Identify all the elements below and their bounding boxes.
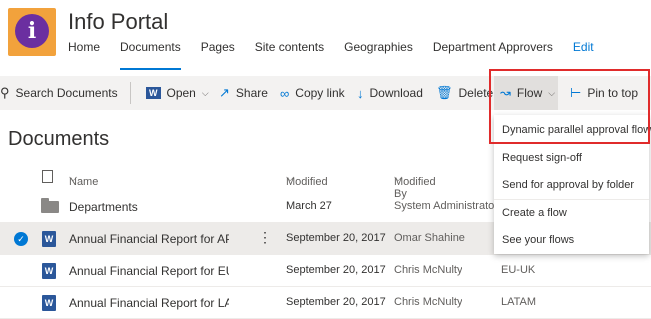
highlight-box — [489, 69, 650, 144]
geography-value: LATAM — [501, 296, 537, 308]
modified-by: Chris McNulty — [394, 296, 463, 308]
file-name[interactable]: Annual Financial Report for EU ... — [69, 264, 229, 278]
column-modified[interactable]: Modified ⌵ — [286, 172, 328, 188]
menu-item-send-for-approval[interactable]: Send for approval by folder — [494, 172, 649, 199]
menu-item-see-flows[interactable]: See your flows — [494, 227, 649, 254]
copy-link-button[interactable]: ∞ Copy link — [280, 76, 345, 110]
trash-icon: 🗑 — [436, 85, 453, 100]
search-icon: ⚲ — [0, 85, 10, 100]
modified-by: Chris McNulty — [394, 264, 463, 276]
delete-button[interactable]: 🗑 Delete — [436, 76, 493, 110]
word-icon: W — [42, 295, 56, 311]
chevron-down-icon: ⌵ — [201, 87, 209, 98]
table-row[interactable]: W Annual Financial Report for EU ... Sep… — [0, 255, 651, 287]
word-icon: W — [42, 263, 56, 279]
nav-home[interactable]: Home — [68, 40, 100, 62]
column-modified-label: Modified — [286, 176, 328, 188]
site-title[interactable]: Info Portal — [68, 9, 168, 35]
page-title: Documents — [8, 128, 110, 150]
nav-pages[interactable]: Pages — [201, 40, 235, 62]
column-name[interactable]: Name ⌵ — [69, 172, 98, 188]
share-icon: ↗ — [219, 85, 230, 100]
modified-by: Omar Shahine — [394, 232, 465, 244]
column-modified-by[interactable]: Modified By ⌵ — [394, 172, 436, 200]
modified-date: September 20, 2017 — [286, 296, 386, 308]
table-row[interactable]: W Annual Financial Report for LAT... Sep… — [0, 287, 651, 319]
divider — [130, 82, 131, 104]
word-icon: W — [146, 87, 161, 99]
download-button[interactable]: ↓ Download — [357, 76, 423, 110]
modified-by: System Administrator — [394, 200, 498, 212]
search-box[interactable]: ⚲ Search Documents — [0, 76, 118, 110]
file-name[interactable]: Annual Financial Report for APA... — [69, 232, 229, 246]
file-name[interactable]: Departments — [69, 200, 138, 214]
link-icon: ∞ — [280, 85, 290, 101]
search-placeholder: Search Documents — [15, 86, 118, 100]
nav-geographies[interactable]: Geographies — [344, 40, 413, 62]
open-button[interactable]: W Open ⌵ — [146, 76, 209, 110]
word-icon: W — [42, 231, 56, 247]
column-name-label: Name — [69, 176, 99, 188]
share-button[interactable]: ↗ Share — [219, 76, 268, 110]
site-logo[interactable]: i — [8, 8, 56, 56]
open-label: Open — [166, 86, 196, 100]
copy-link-label: Copy link — [295, 86, 345, 100]
folder-icon — [41, 198, 59, 213]
info-icon: i — [15, 14, 49, 48]
modified-date: September 20, 2017 — [286, 232, 386, 244]
nav-edit[interactable]: Edit — [573, 40, 594, 62]
more-options-icon[interactable]: ⋮ — [258, 229, 272, 246]
file-name[interactable]: Annual Financial Report for LAT... — [69, 296, 229, 310]
share-label: Share — [235, 86, 268, 100]
top-nav: Home Documents Pages Site contents Geogr… — [68, 40, 614, 70]
download-icon: ↓ — [357, 85, 364, 101]
download-label: Download — [369, 86, 423, 100]
nav-department-approvers[interactable]: Department Approvers — [433, 40, 553, 62]
geography-value: EU-UK — [501, 264, 536, 276]
file-type-icon[interactable] — [42, 170, 53, 183]
nav-documents[interactable]: Documents — [120, 40, 181, 70]
modified-date: March 27 — [286, 200, 332, 212]
menu-item-create-flow[interactable]: Create a flow — [494, 200, 649, 227]
modified-date: September 20, 2017 — [286, 264, 386, 276]
checkmark-icon[interactable]: ✓ — [14, 232, 28, 246]
menu-item-request-sign-off[interactable]: Request sign-off — [494, 145, 649, 172]
delete-label: Delete — [458, 86, 494, 100]
nav-site-contents[interactable]: Site contents — [255, 40, 324, 62]
